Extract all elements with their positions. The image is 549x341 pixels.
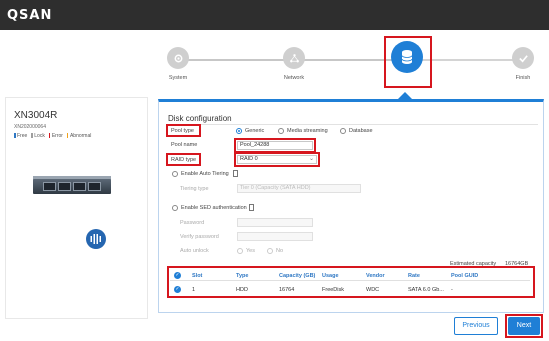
previous-button[interactable]: Previous — [454, 317, 498, 335]
wizard-step-finish — [512, 47, 534, 69]
auto-unlock-option: Yes — [246, 248, 255, 254]
auto-unlock-yes-radio[interactable] — [237, 248, 243, 254]
drive-bay[interactable] — [43, 182, 56, 191]
auto-unlock-no-radio[interactable] — [267, 248, 273, 254]
auto-tiering-label: Enable Auto Tiering — [181, 171, 229, 177]
gear-icon — [174, 54, 182, 62]
auto-unlock-option: No — [276, 248, 284, 254]
raid-type-label-highlight — [166, 153, 201, 166]
verify-password-input[interactable] — [237, 232, 313, 241]
enable-sed-checkbox[interactable] — [172, 205, 178, 211]
panel-pointer — [398, 92, 412, 99]
pool-type-highlight — [166, 124, 201, 137]
disk-logo-icon — [86, 229, 106, 249]
divider — [168, 124, 538, 125]
help-document-icon[interactable] — [233, 170, 238, 177]
pool-type-option: Media streaming — [287, 128, 328, 134]
legend-free: Free — [14, 133, 27, 139]
network-icon — [289, 53, 299, 62]
enable-auto-tiering-checkbox[interactable] — [172, 171, 178, 177]
tiering-type-label: Tiering type — [180, 186, 209, 192]
wizard-step-label: Network — [283, 75, 305, 81]
panel-title: Disk configuration — [168, 114, 232, 123]
raid-type-select-highlight — [234, 152, 320, 167]
device-chassis-image — [33, 179, 111, 194]
password-input[interactable] — [237, 218, 313, 227]
check-icon — [518, 54, 528, 62]
wizard-step-label: Finish — [515, 75, 531, 81]
storage-step-highlight — [384, 36, 432, 88]
device-card — [5, 97, 148, 319]
password-label: Password — [180, 220, 205, 226]
pool-name-label: Pool name — [171, 142, 198, 148]
wizard-step-network — [283, 47, 305, 69]
sed-label: Enable SED authentication — [181, 205, 247, 211]
auto-unlock-label: Auto unlock — [180, 248, 209, 254]
disk-status-legend: Free Lock Error Abnormal — [14, 133, 91, 139]
legend-abnormal: Abnormal — [66, 133, 91, 139]
drive-bay[interactable] — [58, 182, 71, 191]
drive-bay[interactable] — [88, 182, 101, 191]
pool-type-media-radio[interactable] — [278, 128, 284, 134]
legend-error: Error — [48, 133, 63, 139]
wizard-step-label: System — [168, 75, 188, 81]
pool-type-option: Database — [349, 128, 373, 134]
wizard-step-system — [167, 47, 189, 69]
disk-table-highlight — [167, 266, 535, 298]
top-bar: QSAN — [0, 0, 549, 30]
pool-type-generic-radio[interactable] — [236, 128, 242, 134]
pool-type-database-radio[interactable] — [340, 128, 346, 134]
help-document-icon[interactable] — [249, 204, 254, 211]
device-serial: XN202000064 — [14, 124, 46, 130]
pool-name-highlight — [234, 138, 316, 153]
device-model: XN3004R — [14, 110, 58, 121]
tiering-type-select[interactable]: Tier 0 (Capacity (SATA HDD) — [237, 184, 361, 193]
drive-bay[interactable] — [73, 182, 86, 191]
verify-password-label: Verify password — [180, 234, 219, 240]
legend-lock: Lock — [31, 133, 45, 139]
next-button-highlight — [505, 314, 543, 338]
qsan-logo: QSAN — [7, 8, 53, 23]
pool-type-option: Generic — [245, 128, 265, 134]
